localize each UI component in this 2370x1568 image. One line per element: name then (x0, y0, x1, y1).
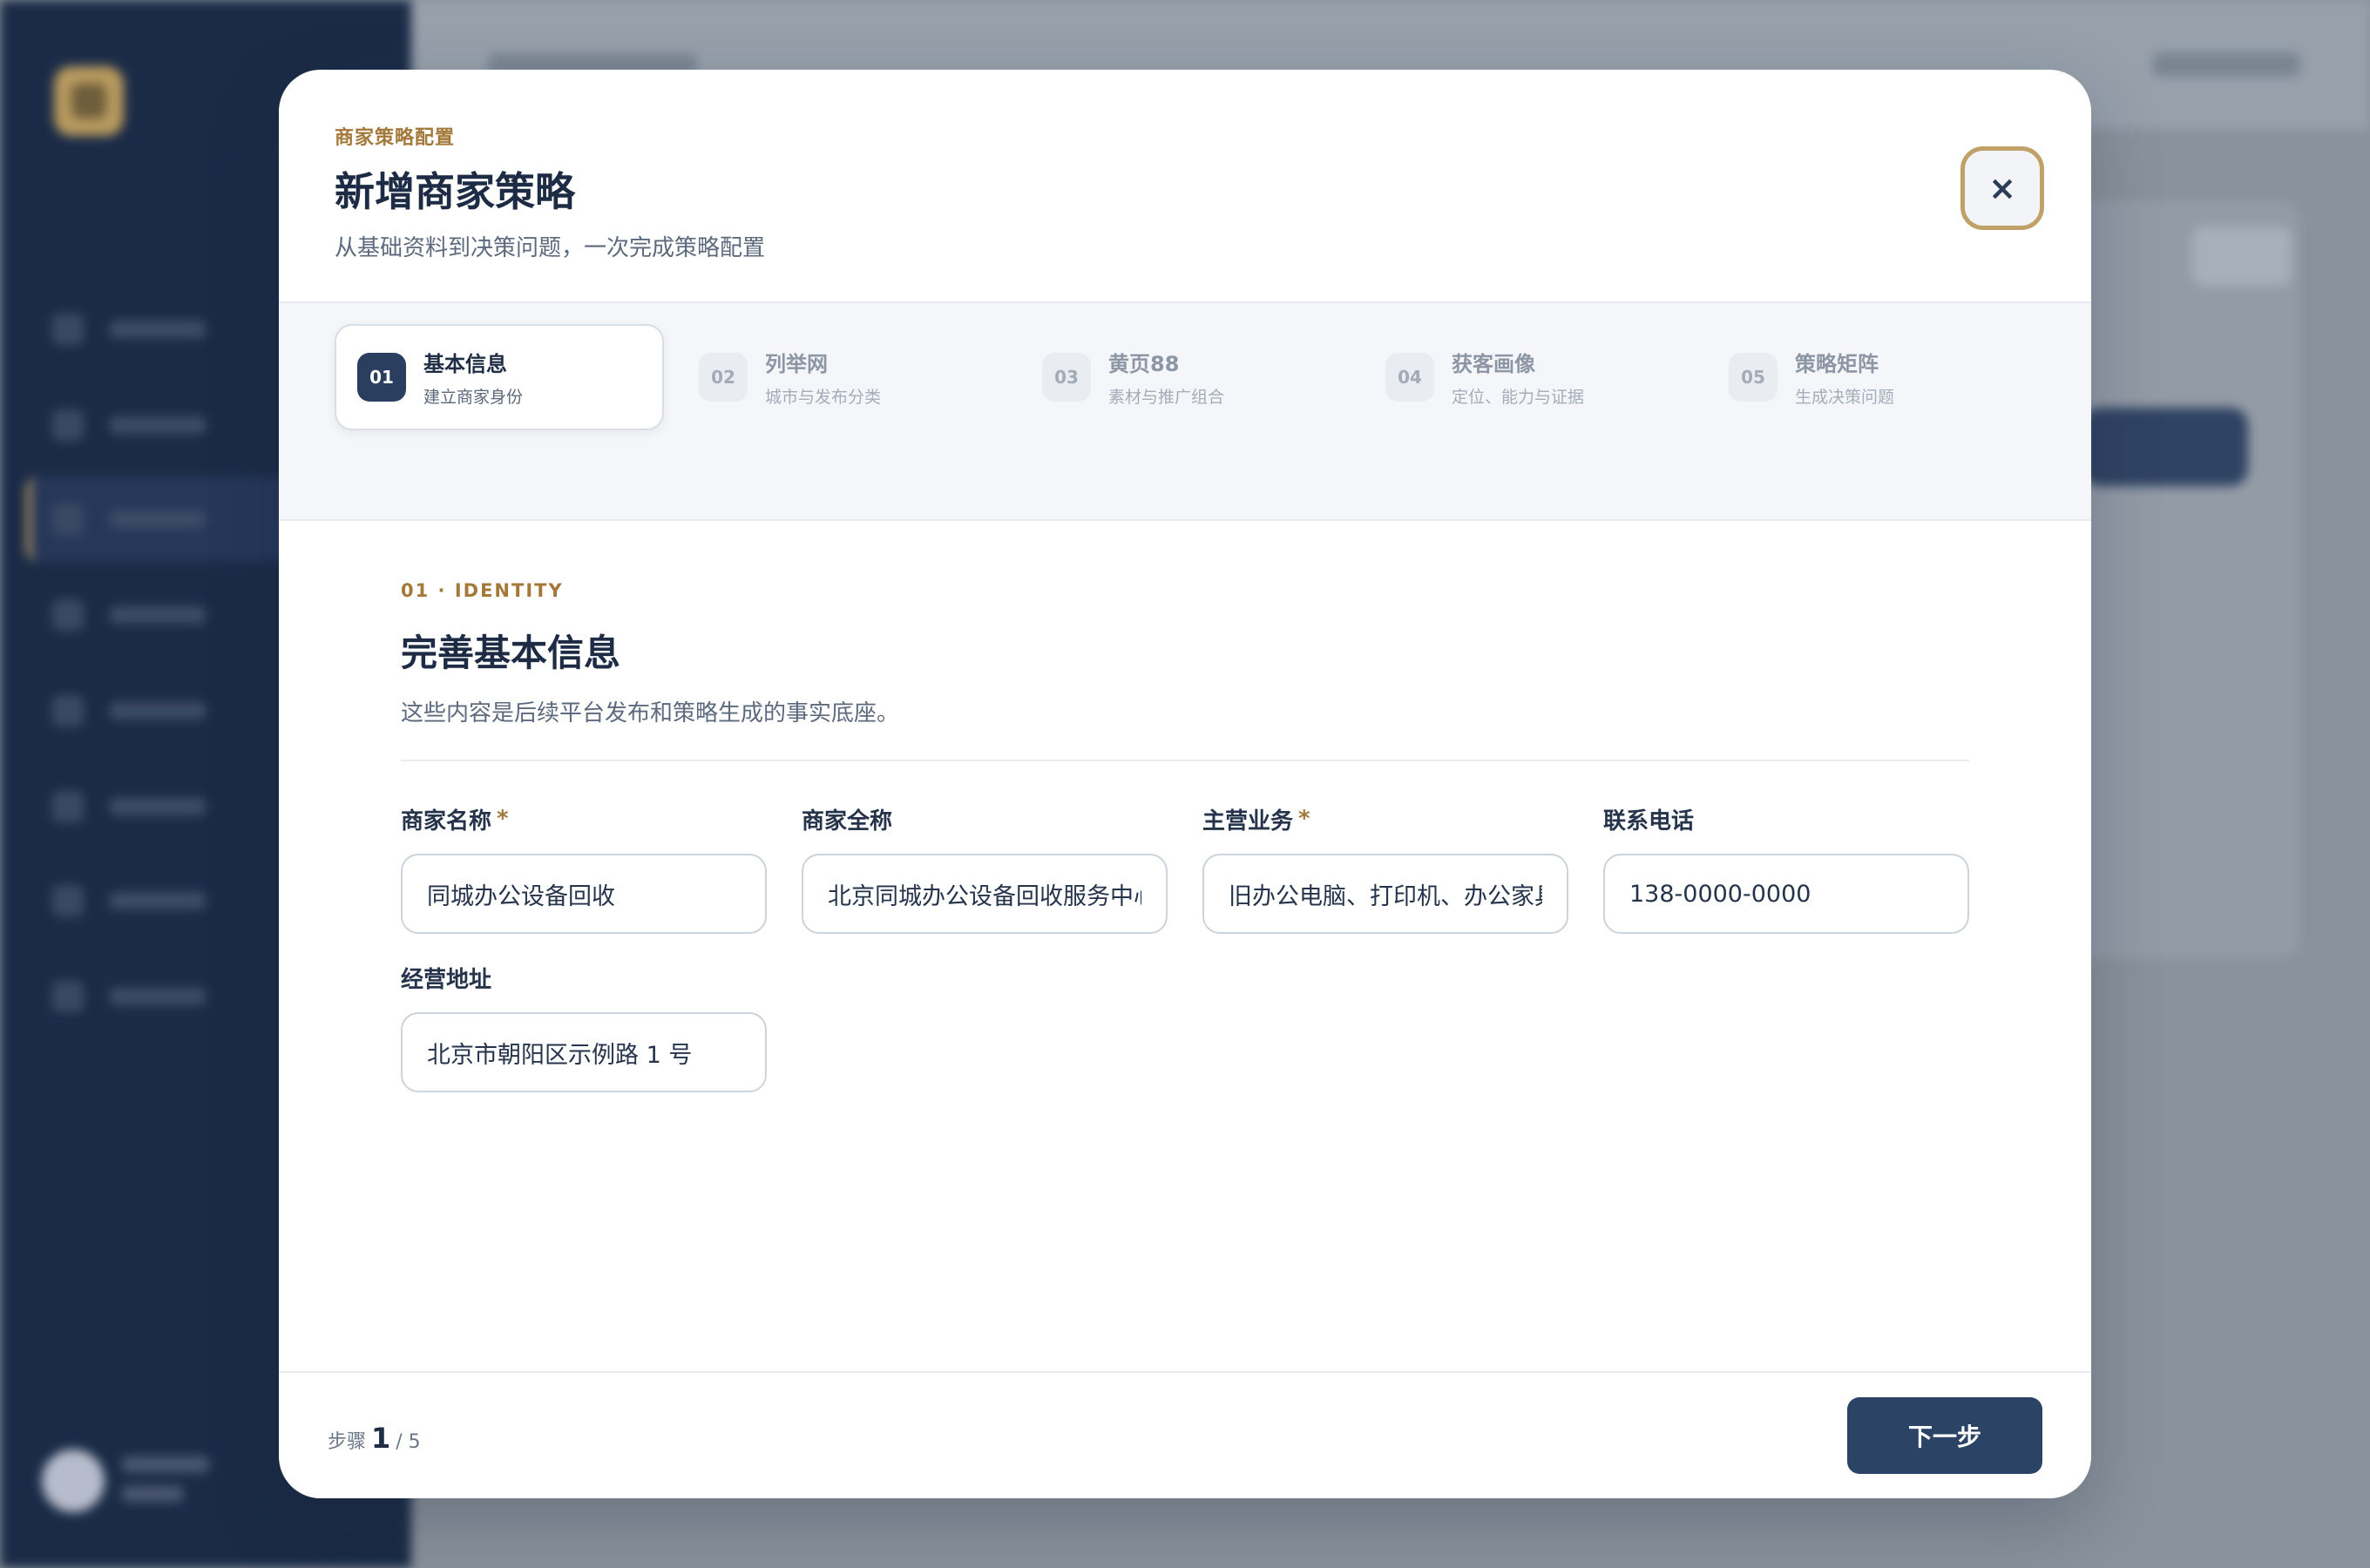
background-small-button (2192, 226, 2292, 286)
step-counter-total: / 5 (396, 1431, 421, 1453)
modal-subtitle: 从基础资料到决策问题，一次完成策略配置 (335, 235, 766, 261)
step-label: 策略矩阵 (1795, 352, 1879, 376)
field-label-text: 主营业务 (1202, 808, 1294, 835)
close-icon: × (1988, 169, 2016, 207)
step-number: 01 (357, 353, 406, 402)
address-field: 经营地址 (401, 960, 767, 1092)
step-counter-prefix: 步骤 (328, 1431, 367, 1453)
section-title: 完善基本信息 (401, 632, 621, 674)
step-number: 05 (1729, 353, 1778, 402)
required-mark: * (497, 806, 509, 832)
required-mark: * (1298, 806, 1310, 832)
step-description: 生成决策问题 (1795, 388, 1895, 407)
step-description: 建立商家身份 (423, 388, 524, 407)
background-user-role (122, 1486, 183, 1502)
add-merchant-strategy-modal: 商家策略配置 新增商家策略 从基础资料到决策问题，一次完成策略配置 × 01 基… (279, 70, 2091, 1498)
step-liejuwang[interactable]: 02 列举网 城市与发布分类 (678, 324, 1007, 430)
field-label: 商家名称 * (401, 801, 767, 836)
phone-input[interactable] (1603, 854, 1969, 934)
section-divider (401, 760, 1969, 761)
merchant-full-name-field: 商家全称 (802, 801, 1168, 934)
modal-eyebrow: 商家策略配置 (335, 127, 456, 149)
field-label-text: 商家全称 (802, 808, 893, 835)
address-input[interactable] (401, 1012, 767, 1092)
main-business-field: 主营业务 * (1202, 801, 1568, 934)
field-label: 经营地址 (401, 960, 767, 995)
merchant-full-name-input[interactable] (802, 854, 1168, 934)
next-step-button[interactable]: 下一步 (1847, 1397, 2042, 1474)
field-label-text: 经营地址 (401, 966, 492, 993)
step-customer-profile[interactable]: 04 获客画像 定位、能力与证据 (1364, 324, 1694, 430)
step-basic-info[interactable]: 01 基本信息 建立商家身份 (335, 324, 664, 430)
main-business-input[interactable] (1202, 854, 1568, 934)
background-topbar-right (2152, 52, 2300, 77)
step-number: 03 (1042, 353, 1091, 402)
step-huangye88[interactable]: 03 黄页88 素材与推广组合 (1021, 324, 1351, 430)
field-label-text: 联系电话 (1603, 808, 1695, 835)
field-label-text: 商家名称 (401, 808, 492, 835)
stepper: 01 基本信息 建立商家身份 02 列举网 城市与发布分类 03 黄页88 素材… (279, 301, 2091, 521)
close-button[interactable]: × (1960, 146, 2044, 230)
step-label: 黄页88 (1108, 352, 1180, 376)
field-label: 商家全称 (802, 801, 1168, 836)
background-user-name (122, 1456, 209, 1472)
merchant-name-input[interactable] (401, 854, 767, 934)
step-strategy-matrix[interactable]: 05 策略矩阵 生成决策问题 (1708, 324, 2037, 430)
step-counter: 步骤 1 / 5 (328, 1422, 421, 1455)
step-description: 城市与发布分类 (765, 388, 882, 407)
step-number: 02 (699, 353, 748, 402)
step-label: 获客画像 (1452, 352, 1535, 376)
step-number: 04 (1385, 353, 1434, 402)
step-label: 列举网 (765, 352, 828, 376)
merchant-name-field: 商家名称 * (401, 801, 767, 934)
background-avatar (42, 1450, 105, 1512)
step-label: 基本信息 (423, 352, 507, 376)
step-description: 素材与推广组合 (1108, 388, 1225, 407)
section-description: 这些内容是后续平台发布和策略生成的事实底座。 (401, 700, 900, 727)
step-description: 定位、能力与证据 (1452, 388, 1585, 407)
background-primary-button (2082, 408, 2248, 486)
modal-footer: 步骤 1 / 5 下一步 (279, 1371, 2091, 1498)
modal-header: 商家策略配置 新增商家策略 从基础资料到决策问题，一次完成策略配置 × (279, 70, 2091, 301)
field-label: 主营业务 * (1202, 801, 1568, 836)
background-logo-mark (71, 84, 106, 118)
phone-field: 联系电话 (1603, 801, 1969, 934)
step-counter-current: 1 (371, 1422, 391, 1455)
modal-title: 新增商家策略 (335, 168, 575, 215)
section-eyebrow: 01 · IDENTITY (401, 580, 564, 601)
field-label: 联系电话 (1603, 801, 1969, 836)
